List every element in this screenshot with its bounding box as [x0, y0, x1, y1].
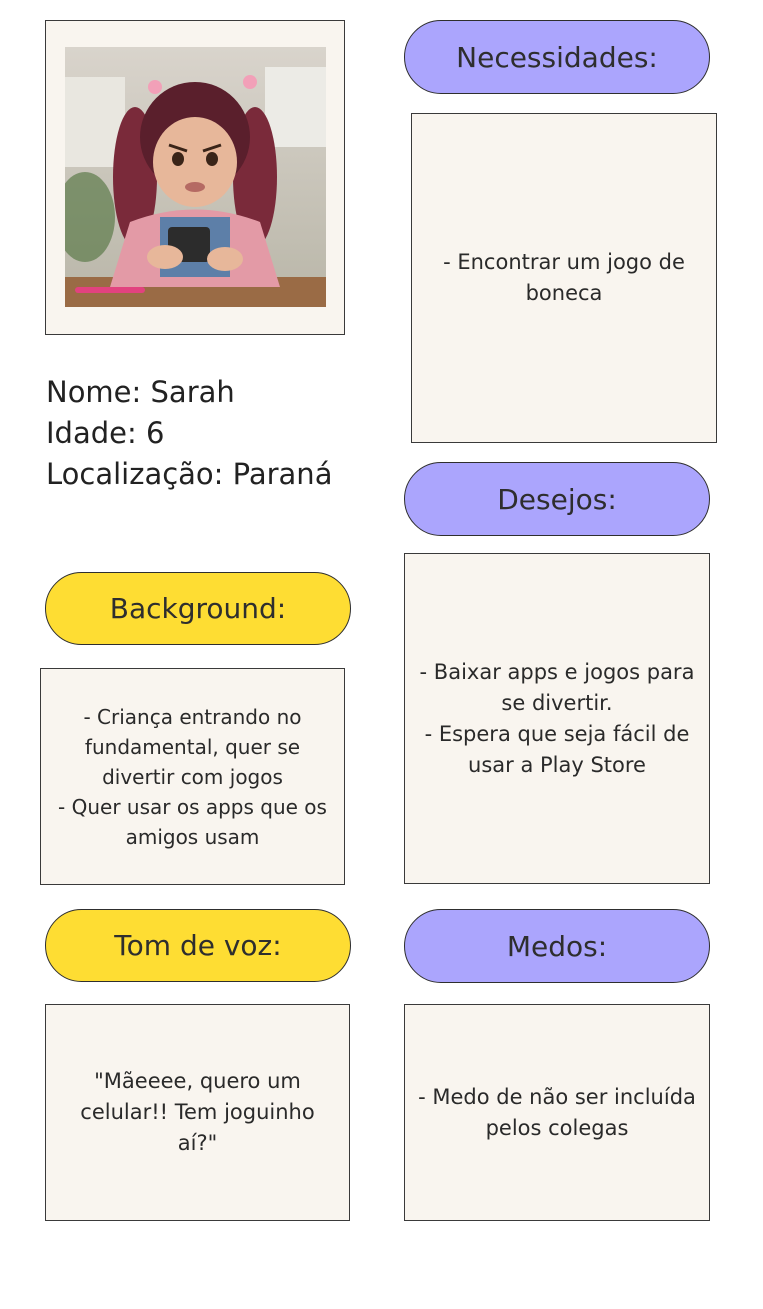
desires-line: - Baixar apps e jogos para	[419, 659, 695, 684]
background-line: fundamental, quer se	[84, 734, 301, 759]
persona-photo-frame	[45, 20, 345, 335]
desires-pill: Desejos:	[404, 462, 710, 536]
tone-pill: Tom de voz:	[45, 909, 351, 982]
background-line: divertir com jogos	[102, 764, 283, 789]
child-with-phone-image	[65, 47, 326, 307]
desires-card: - Baixar apps e jogos para se divertir. …	[404, 553, 710, 884]
needs-line: - Encontrar um jogo de	[443, 250, 685, 274]
tone-card: "Mãeeee, quero um celular!! Tem joguinho…	[45, 1004, 350, 1221]
persona-photo	[65, 47, 326, 307]
fears-label: Medos:	[506, 929, 608, 963]
persona-age: Idade: 6	[46, 416, 165, 450]
fears-line: - Medo de não ser incluída	[418, 1084, 696, 1109]
background-line: - Quer usar os apps que os	[58, 794, 327, 819]
fears-pill: Medos:	[404, 909, 710, 983]
desires-line: se divertir.	[501, 690, 613, 715]
tone-line: celular!! Tem joguinho aí?"	[80, 1100, 315, 1155]
persona-info: Nome: Sarah Idade: 6 Localização: Paraná	[46, 372, 376, 495]
tone-line: "Mãeeee, quero um	[94, 1069, 301, 1093]
fears-card: - Medo de não ser incluída pelos colegas	[404, 1004, 710, 1221]
desires-label: Desejos:	[497, 482, 617, 516]
fears-line: pelos colegas	[485, 1115, 629, 1140]
background-card: - Criança entrando no fundamental, quer …	[40, 668, 345, 885]
desires-line: - Espera que seja fácil de	[424, 721, 690, 746]
tone-label: Tom de voz:	[114, 929, 282, 962]
needs-pill: Necessidades:	[404, 20, 710, 94]
background-line: - Criança entrando no	[83, 704, 302, 729]
desires-line: usar a Play Store	[468, 752, 646, 777]
persona-name: Nome: Sarah	[46, 375, 235, 409]
persona-location: Localização: Paraná	[46, 457, 333, 491]
needs-line: boneca	[525, 281, 603, 305]
needs-card: - Encontrar um jogo de boneca	[411, 113, 717, 443]
background-line: amigos usam	[125, 824, 260, 849]
needs-label: Necessidades:	[456, 40, 658, 74]
background-pill: Background:	[45, 572, 351, 645]
background-label: Background:	[109, 592, 287, 625]
